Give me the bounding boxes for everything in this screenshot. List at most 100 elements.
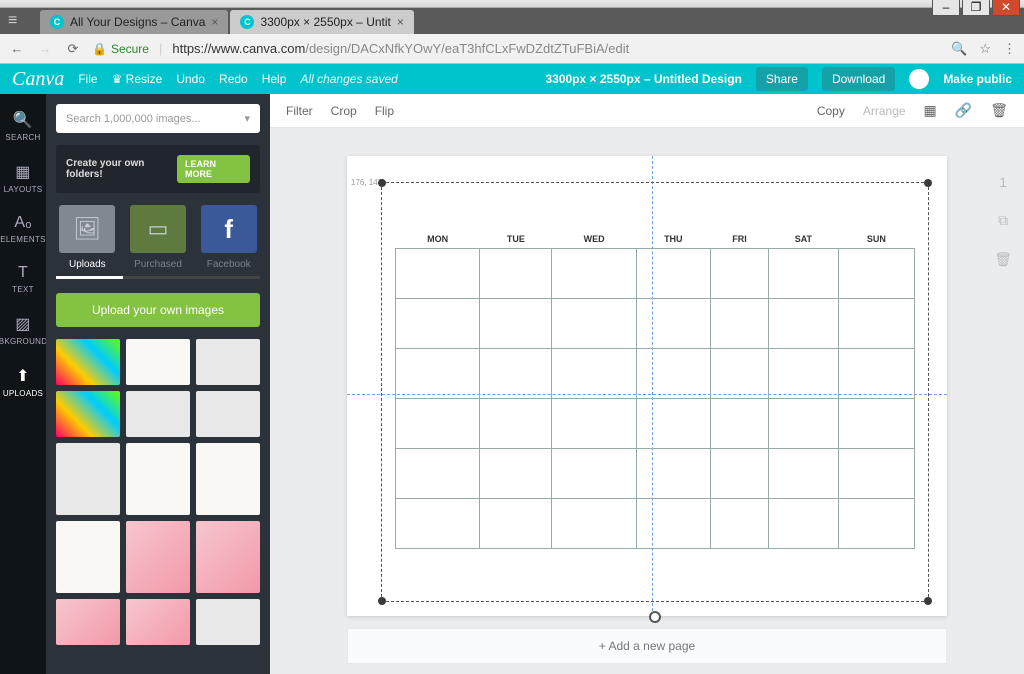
upload-thumb[interactable] [126,443,190,515]
rail-elements[interactable]: AₒELEMENTS [0,208,46,250]
calendar-cell[interactable] [838,299,914,349]
upload-thumb[interactable] [56,443,120,515]
calendar-cell[interactable] [480,399,552,449]
calendar-cell[interactable] [480,499,552,549]
calendar-cell[interactable] [396,449,480,499]
upload-thumb[interactable] [56,599,120,645]
image-search-input[interactable]: Search 1,000,000 images... ▾ [56,104,260,133]
menu-redo[interactable]: Redo [219,72,248,86]
rail-text[interactable]: TTEXT [0,258,46,300]
copy-button[interactable]: Copy [817,104,845,118]
page-number[interactable]: 1 [999,174,1007,190]
upload-thumb[interactable] [126,521,190,593]
upload-thumb[interactable] [56,339,120,385]
rail-background[interactable]: ▨BKGROUND [0,308,46,352]
calendar-cell[interactable] [552,499,636,549]
learn-more-button[interactable]: LEARN MORE [177,155,250,183]
search-icon[interactable]: 🔍 [951,41,967,57]
rotate-handle[interactable] [649,611,661,623]
arrange-button[interactable]: Arrange [863,104,906,118]
rail-search[interactable]: 🔍SEARCH [0,104,46,148]
upload-thumb[interactable] [56,521,120,593]
calendar-cell[interactable] [769,499,839,549]
uploads-tab[interactable]: 🖼 Uploads [56,205,119,270]
calendar-cell[interactable] [396,249,480,299]
calendar-cell[interactable] [710,349,768,399]
calendar-cell[interactable] [636,299,710,349]
make-public-button[interactable]: Make public [943,72,1012,86]
close-icon[interactable]: × [397,15,404,29]
upload-thumb[interactable] [196,521,260,593]
menu-resize[interactable]: ♛ Resize [112,72,163,86]
upload-images-button[interactable]: Upload your own images [56,293,260,327]
calendar-cell[interactable] [552,399,636,449]
document-title[interactable]: 3300px × 2550px – Untitled Design [545,72,741,86]
star-icon[interactable]: ☆ [979,41,991,57]
design-page[interactable]: 176, 147 MONTUEWEDTHUFRISATSUN [347,156,947,616]
secure-badge[interactable]: 🔒 Secure [92,42,149,56]
resize-handle-nw[interactable] [378,179,386,187]
calendar-cell[interactable] [838,499,914,549]
trash-icon[interactable]: 🗑 [990,102,1008,119]
calendar-cell[interactable] [396,399,480,449]
purchased-tab[interactable]: ▭ Purchased [127,205,190,270]
rail-layouts[interactable]: ▦LAYOUTS [0,156,46,200]
calendar-cell[interactable] [838,399,914,449]
filter-button[interactable]: Filter [286,104,313,118]
window-maximize-button[interactable]: ❐ [962,0,990,16]
flip-button[interactable]: Flip [375,104,394,118]
calendar-cell[interactable] [769,449,839,499]
resize-handle-ne[interactable] [924,179,932,187]
browser-tab-0[interactable]: C All Your Designs – Canva × [40,10,228,34]
avatar[interactable] [909,69,929,89]
forward-icon[interactable]: → [36,41,54,56]
calendar-cell[interactable] [480,249,552,299]
calendar-cell[interactable] [710,449,768,499]
calendar-cell[interactable] [838,349,914,399]
calendar-cell[interactable] [636,249,710,299]
calendar-cell[interactable] [769,349,839,399]
calendar-cell[interactable] [769,299,839,349]
upload-thumb[interactable] [56,391,120,437]
upload-thumb[interactable] [126,599,190,645]
back-icon[interactable]: ← [8,41,26,56]
calendar-cell[interactable] [769,249,839,299]
share-button[interactable]: Share [756,67,808,91]
calendar-cell[interactable] [636,399,710,449]
calendar-cell[interactable] [636,499,710,549]
upload-thumb[interactable] [196,443,260,515]
kebab-icon[interactable]: ⋮ [1003,41,1016,57]
url-input[interactable]: https://www.canva.com/design/DACxNfkYOwY… [172,41,941,56]
menu-undo[interactable]: Undo [176,72,205,86]
browser-tab-1[interactable]: C 3300px × 2550px – Untit × [230,10,413,34]
link-icon[interactable]: 🔗 [955,102,972,119]
upload-thumb[interactable] [196,339,260,385]
calendar-cell[interactable] [710,499,768,549]
calendar-cell[interactable] [636,349,710,399]
canva-logo[interactable]: Canva [12,68,64,91]
calendar-cell[interactable] [396,349,480,399]
calendar-cell[interactable] [552,349,636,399]
calendar-cell[interactable] [480,349,552,399]
upload-thumb[interactable] [126,391,190,437]
rail-uploads[interactable]: ⬆UPLOADS [0,360,46,404]
add-page-button[interactable]: + Add a new page [347,628,947,664]
upload-thumb[interactable] [126,339,190,385]
delete-page-icon[interactable]: 🗑 [994,251,1012,268]
duplicate-page-icon[interactable]: ⧉ [998,212,1008,229]
calendar-cell[interactable] [838,249,914,299]
calendar-cell[interactable] [552,449,636,499]
resize-handle-sw[interactable] [378,597,386,605]
upload-thumb[interactable] [196,599,260,645]
window-minimize-button[interactable]: – [932,0,960,16]
calendar-cell[interactable] [769,399,839,449]
upload-thumb[interactable] [196,391,260,437]
calendar-cell[interactable] [636,449,710,499]
menu-file[interactable]: File [78,72,97,86]
calendar-cell[interactable] [710,249,768,299]
transparency-icon[interactable]: ▦ [924,102,937,119]
resize-handle-se[interactable] [924,597,932,605]
crop-button[interactable]: Crop [331,104,357,118]
calendar-grid[interactable]: MONTUEWEDTHUFRISATSUN [395,230,915,549]
facebook-tab[interactable]: f Facebook [197,205,260,270]
